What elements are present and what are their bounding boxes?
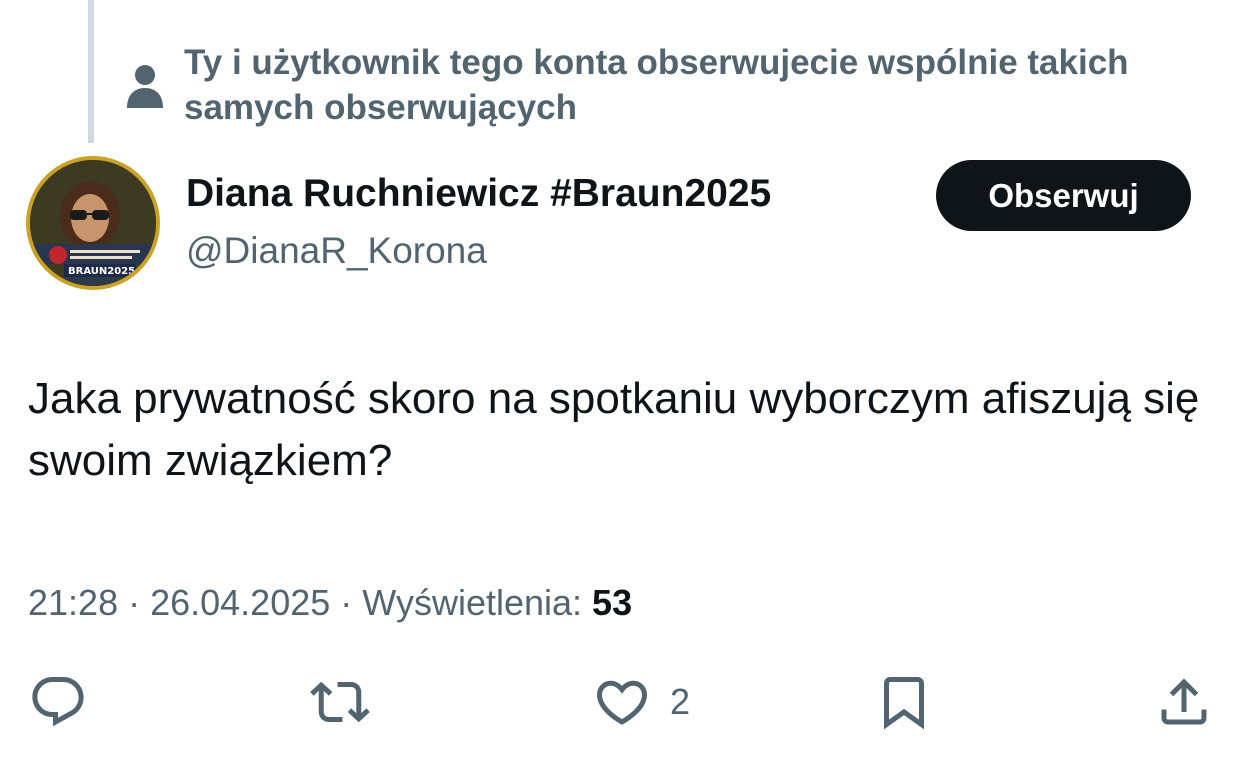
bookmark-button[interactable] xyxy=(874,672,934,732)
person-icon xyxy=(127,65,163,108)
social-context: Ty i użytkownik tego konta obserwujecie … xyxy=(126,40,1186,130)
bookmark-icon xyxy=(884,677,924,730)
share-button[interactable] xyxy=(1154,672,1214,732)
author-name[interactable]: Diana Ruchniewicz #Braun2025 xyxy=(186,172,771,216)
share-icon xyxy=(1161,678,1207,725)
social-context-text: Ty i użytkownik tego konta obserwujecie … xyxy=(184,43,1129,127)
views-count: 53 xyxy=(592,582,633,623)
tweet-time[interactable]: 21:28 xyxy=(28,582,118,623)
tweet-text: Jaka prywatność skoro na spotkaniu wybor… xyxy=(28,374,1200,485)
meta-separator: · xyxy=(118,582,151,623)
heart-icon xyxy=(596,680,648,725)
tweet-meta: 21:28 · 26.04.2025 · Wyświetlenia: 53 xyxy=(28,582,632,624)
tweet-date[interactable]: 26.04.2025 xyxy=(150,582,330,623)
retweet-icon xyxy=(310,681,370,723)
follow-button[interactable]: Obserwuj xyxy=(936,160,1191,231)
avatar-caption: BRAUN2025 xyxy=(68,266,135,277)
avatar[interactable]: BRAUN2025 xyxy=(26,156,160,290)
avatar-image: BRAUN2025 xyxy=(30,160,156,286)
views-label: Wyświetlenia: xyxy=(362,582,583,623)
reply-icon xyxy=(32,677,84,727)
like-button[interactable]: 2 xyxy=(592,672,690,732)
retweet-button[interactable] xyxy=(310,672,370,732)
meta-separator: · xyxy=(330,582,363,623)
author-handle[interactable]: @DianaR_Korona xyxy=(186,230,487,272)
reply-button[interactable] xyxy=(28,672,88,732)
thread-line xyxy=(88,0,94,143)
like-count: 2 xyxy=(670,681,691,722)
action-bar: 2 xyxy=(0,672,1242,742)
